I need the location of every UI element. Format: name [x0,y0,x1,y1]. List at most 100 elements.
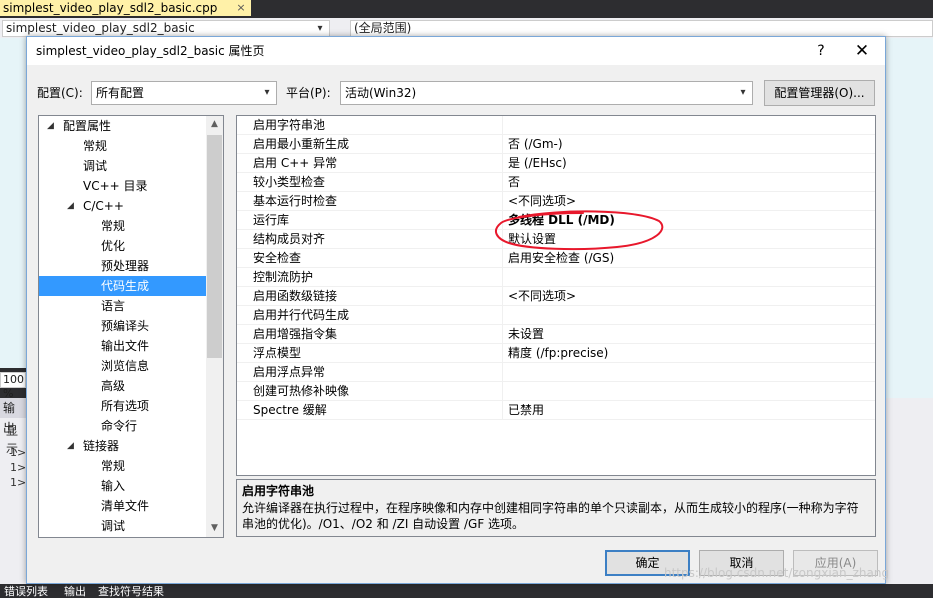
property-value[interactable]: 已禁用 [504,401,875,420]
property-tree[interactable]: ▲ ▼ ◢ 配置属性 常规 调试 VC++ 目录 ◢ C/C++ 常规 优化 预处理器 代码生成 语言… [38,115,224,538]
triangle-expanded-icon[interactable]: ◢ [47,116,57,136]
ide-output-title: 输出 [0,398,26,435]
property-row[interactable]: 启用并行代码生成 [237,306,875,325]
property-row[interactable]: 启用增强指令集 未设置 [237,325,875,344]
tree-item-label: C/C++ [83,199,124,213]
property-value[interactable]: <不同选项> [504,287,875,306]
ide-scope-combo[interactable]: (全局范围) [350,20,933,37]
ide-zoom-combo[interactable]: 100 % [0,372,26,400]
chevron-down-icon: ▾ [264,87,270,98]
property-name: 启用最小重新生成 [237,135,503,154]
property-name: 启用并行代码生成 [237,306,503,325]
arrow-down-icon[interactable]: ▼ [206,520,223,537]
chevron-down-icon: ▾ [740,87,746,98]
tree-item[interactable]: 预编译头 [39,316,206,336]
tree-item[interactable]: 所有选项 [39,396,206,416]
tree-item[interactable]: VC++ 目录 [39,176,206,196]
tree-scrollbar[interactable]: ▲ ▼ [206,116,223,537]
chevron-down-icon: ▾ [317,23,323,34]
tab-find-symbol-results[interactable]: 查找符号结果 [98,586,164,598]
property-value[interactable] [504,382,875,401]
tree-item[interactable]: 输入 [39,476,206,496]
ide-output-line: 1> [10,476,27,489]
ide-output-line: 1> [10,446,27,459]
property-value[interactable]: 否 [504,173,875,192]
close-icon[interactable]: ✕ [853,41,871,61]
ide-project-name: simplest_video_play_sdl2_basic [6,21,195,35]
property-row[interactable]: 控制流防护 [237,268,875,287]
arrow-up-icon[interactable]: ▲ [206,116,223,133]
tab-error-list[interactable]: 错误列表 [4,586,48,598]
tree-item-label: 预处理器 [101,259,150,273]
property-name: 控制流防护 [237,268,503,287]
tree-item-label: 输入 [101,479,126,493]
property-row[interactable]: 较小类型检查否 [237,173,875,192]
tree-item[interactable]: 代码生成 [39,276,206,296]
dialog-title: simplest_video_play_sdl2_basic 属性页 [36,44,265,58]
config-combo[interactable]: 所有配置 ▾ [91,81,277,105]
property-row[interactable]: 浮点模型 精度 (/fp:precise) [237,344,875,363]
triangle-expanded-icon[interactable]: ◢ [67,196,77,216]
property-value[interactable] [504,116,875,135]
tree-item[interactable]: 浏览信息 [39,356,206,376]
tree-item-label: 常规 [101,459,126,473]
tree-item[interactable]: ◢ 配置属性 [39,116,206,136]
tree-item[interactable]: 调试 [39,156,206,176]
tree-item[interactable]: 常规 [39,136,206,156]
tree-item[interactable]: 高级 [39,376,206,396]
tree-item-label: 预编译头 [101,319,150,333]
tree-item[interactable]: 常规 [39,216,206,236]
help-button[interactable]: ? [813,42,829,60]
property-grid[interactable]: 启用字符串池 启用最小重新生成否 (/Gm-) 启用 C++ 异常是 (/EHsc)… [236,115,876,476]
tab-output[interactable]: 输出 [64,586,86,598]
property-name: Spectre 缓解 [237,401,503,420]
ide-output-show-label: 显示 [6,424,19,456]
triangle-expanded-icon[interactable]: ◢ [67,436,77,456]
tree-item[interactable]: 清单文件 [39,496,206,516]
dialog-titlebar: simplest_video_play_sdl2_basic 属性页 ? ✕ [27,37,885,65]
property-value[interactable] [504,306,875,325]
tree-item[interactable]: ◢ 链接器 [39,436,206,456]
property-value[interactable]: 否 (/Gm-) [504,135,875,154]
tree-item-label: 输出文件 [101,339,150,353]
tree-item-label: 常规 [101,219,126,233]
tree-item[interactable]: 优化 [39,236,206,256]
close-tab-icon[interactable]: × [233,0,249,16]
property-row[interactable]: 启用函数级链接 <不同选项> [237,287,875,306]
tree-item[interactable]: 常规 [39,456,206,476]
ide-project-combo[interactable]: simplest_video_play_sdl2_basic ▾ [2,20,330,37]
property-row[interactable]: 启用字符串池 [237,116,875,135]
config-manager-button[interactable]: 配置管理器(O)... [764,80,875,106]
platform-combo[interactable]: 活动(Win32) ▾ [340,81,753,105]
property-value[interactable] [504,363,875,382]
tree-item[interactable]: ◢ C/C++ [39,196,206,216]
tree-item[interactable]: 输出文件 [39,336,206,356]
property-value[interactable] [504,268,875,287]
property-row[interactable]: 启用 C++ 异常是 (/EHsc) [237,154,875,173]
property-name: 启用 C++ 异常 [237,154,503,173]
ide-tab-strip [251,0,933,16]
ide-file-tab[interactable]: simplest_video_play_sdl2_basic.cpp [0,0,251,16]
property-value[interactable]: 是 (/EHsc) [504,154,875,173]
property-value[interactable]: 精度 (/fp:precise) [504,344,875,363]
property-name: 运行库 [237,211,503,230]
property-value[interactable]: 未设置 [504,325,875,344]
description-panel: 启用字符串池 允许编译器在执行过程中，在程序映像和内存中创建相同字符串的单个只读… [236,479,876,537]
property-pages-dialog: simplest_video_play_sdl2_basic 属性页 ? ✕ 配… [26,36,886,584]
tree-item[interactable]: 命令行 [39,416,206,436]
tree-item-label: 高级 [101,379,126,393]
tree-item[interactable]: 调试 [39,516,206,536]
property-row[interactable]: Spectre 缓解 已禁用 [237,401,875,420]
tree-item-label: 浏览信息 [101,359,150,373]
tree-item[interactable]: 预处理器 [39,256,206,276]
ide-right-panel [885,398,933,598]
platform-value: 活动(Win32) [345,86,417,100]
property-row[interactable]: 创建可热修补映像 [237,382,875,401]
tree-item[interactable]: 语言 [39,296,206,316]
property-name: 基本运行时检查 [237,192,503,211]
property-row[interactable]: 启用最小重新生成否 (/Gm-) [237,135,875,154]
property-row[interactable]: 启用浮点异常 [237,363,875,382]
tree-item-label: 命令行 [101,419,138,433]
tree-scroll-thumb[interactable] [207,135,222,358]
ide-output-line: 1> [10,461,27,474]
